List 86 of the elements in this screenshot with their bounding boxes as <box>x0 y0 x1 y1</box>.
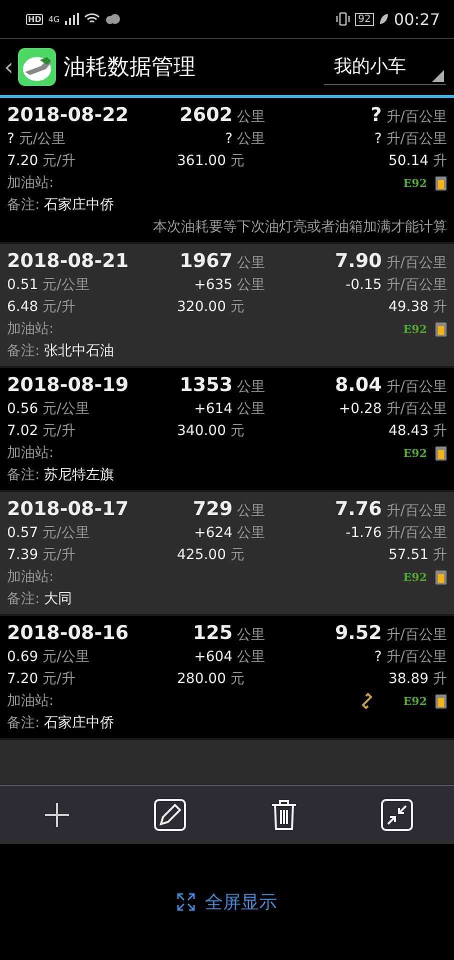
fuel-can-icon <box>435 321 447 337</box>
fuel-amount: 340.00 元 <box>177 422 246 441</box>
network-type: 4G <box>48 14 60 24</box>
fuel-price: 7.20 元/升 <box>7 152 76 171</box>
fuel-amount: 280.00 元 <box>177 670 246 689</box>
consumption-change: -0.15 升/百公里 <box>344 276 447 295</box>
fuel-consumption: 9.52 升/百公里 <box>334 622 447 646</box>
back-button[interactable]: ‹ <box>4 53 14 81</box>
odometer-reading: 1967 公里 <box>178 250 265 274</box>
fuel-consumption: 8.04 升/百公里 <box>334 374 447 398</box>
cost-per-km: 0.51 元/公里 <box>7 276 90 295</box>
fuel-volume: 50.14 升 <box>387 152 447 171</box>
odometer-reading: 729 公里 <box>192 498 265 522</box>
fuel-grade: E92 <box>403 446 427 460</box>
cost-per-km: ? 元/公里 <box>7 130 67 149</box>
odometer-reading: 125 公里 <box>192 622 265 646</box>
fuel-consumption: ? 升/百公里 <box>370 104 447 128</box>
odometer-reading: 2602 公里 <box>178 104 265 128</box>
fuel-grade: E92 <box>403 570 427 584</box>
edit-button[interactable] <box>152 797 188 833</box>
clock-time: 00:27 <box>394 10 440 28</box>
record-note: 备注: 大同 <box>7 590 74 609</box>
fuel-consumption: 7.90 升/百公里 <box>334 250 447 274</box>
fuel-price: 7.39 元/升 <box>7 546 76 565</box>
station-label: 加油站: <box>7 174 55 193</box>
vibrate-icon <box>336 12 350 26</box>
fuel-grade: E92 <box>403 694 427 708</box>
station-label: 加油站: <box>7 692 55 711</box>
app-title: 油耗数据管理 <box>64 54 196 82</box>
record-date: 2018-08-16 <box>7 622 130 646</box>
battery-level: 92 <box>355 12 374 26</box>
fuel-grade: E92 <box>403 176 427 190</box>
fuel-record[interactable]: 2018-08-17 729 公里 7.76 升/百公里 0.57 元/公里 +624 公里 -1.76 升/百公里 7.39 元/升 425.00 元 57.51 升 加油站: E92 备注: 大同 <box>0 492 454 616</box>
fuel-can-icon <box>435 175 447 191</box>
fuel-price: 7.20 元/升 <box>7 670 76 689</box>
car-dropdown[interactable]: 我的小车 <box>324 50 446 84</box>
station-label: 加油站: <box>7 568 55 587</box>
fuel-can-icon <box>435 693 447 709</box>
cost-per-km: 0.69 元/公里 <box>7 648 90 667</box>
fullscreen-icon <box>177 893 195 911</box>
fuel-grade: E92 <box>403 322 427 336</box>
leaf-icon <box>378 13 389 25</box>
fullscreen-link[interactable]: 全屏显示 <box>177 890 277 914</box>
distance-driven: +624 公里 <box>193 524 265 543</box>
fuel-volume: 57.51 升 <box>387 546 447 565</box>
fuel-amount: 425.00 元 <box>177 546 246 565</box>
station-label: 加油站: <box>7 444 55 463</box>
consumption-change: -1.76 升/百公里 <box>344 524 447 543</box>
record-date: 2018-08-22 <box>7 104 130 128</box>
fuel-volume: 38.89 升 <box>387 670 447 689</box>
station-label: 加油站: <box>7 320 55 339</box>
cost-per-km: 0.57 元/公里 <box>7 524 90 543</box>
distance-driven: +604 公里 <box>193 648 265 667</box>
fuel-amount: 361.00 元 <box>177 152 246 171</box>
hd-indicator: HD <box>26 14 44 24</box>
record-note: 备注: 石家庄中侨 <box>7 196 116 215</box>
record-note: 备注: 石家庄中侨 <box>7 714 116 733</box>
record-date: 2018-08-19 <box>7 374 130 398</box>
fuel-can-icon <box>435 445 447 461</box>
app-logo-icon <box>18 48 56 86</box>
fuel-price: 6.48 元/升 <box>7 298 76 317</box>
consumption-change: +0.28 升/百公里 <box>338 400 447 419</box>
wifi-icon <box>84 13 100 25</box>
distance-driven: +635 公里 <box>193 276 265 295</box>
signal-icon <box>64 13 79 25</box>
record-date: 2018-08-21 <box>7 250 130 274</box>
fuel-amount: 320.00 元 <box>177 298 246 317</box>
record-note: 备注: 苏尼特左旗 <box>7 466 116 485</box>
record-date: 2018-08-17 <box>7 498 130 522</box>
cost-per-km: 0.56 元/公里 <box>7 400 90 419</box>
caret-icon <box>432 70 444 82</box>
fuel-volume: 49.38 升 <box>387 298 447 317</box>
distance-driven: +614 公里 <box>193 400 265 419</box>
fuel-consumption: 7.76 升/百公里 <box>334 498 447 522</box>
distance-driven: ? 公里 <box>224 130 265 149</box>
consumption-change: ? 升/百公里 <box>373 130 447 149</box>
fuel-can-icon <box>435 569 447 585</box>
consumption-change: ? 升/百公里 <box>373 648 447 667</box>
fuel-price: 7.02 元/升 <box>7 422 76 441</box>
collapse-button[interactable] <box>379 797 416 833</box>
fuel-record[interactable]: 2018-08-21 1967 公里 7.90 升/百公里 0.51 元/公里 +635 公里 -0.15 升/百公里 6.48 元/升 320.00 元 49.38 升 加油站: E92 备注: 张北中石油 <box>0 244 454 368</box>
fuel-volume: 48.43 升 <box>387 422 447 441</box>
record-message: 本次油耗要等下次油灯亮或者油箱加满才能计算 <box>152 218 447 237</box>
cloud-icon <box>104 14 121 24</box>
odometer-reading: 1353 公里 <box>178 374 265 398</box>
record-note: 备注: 张北中石油 <box>7 342 116 361</box>
